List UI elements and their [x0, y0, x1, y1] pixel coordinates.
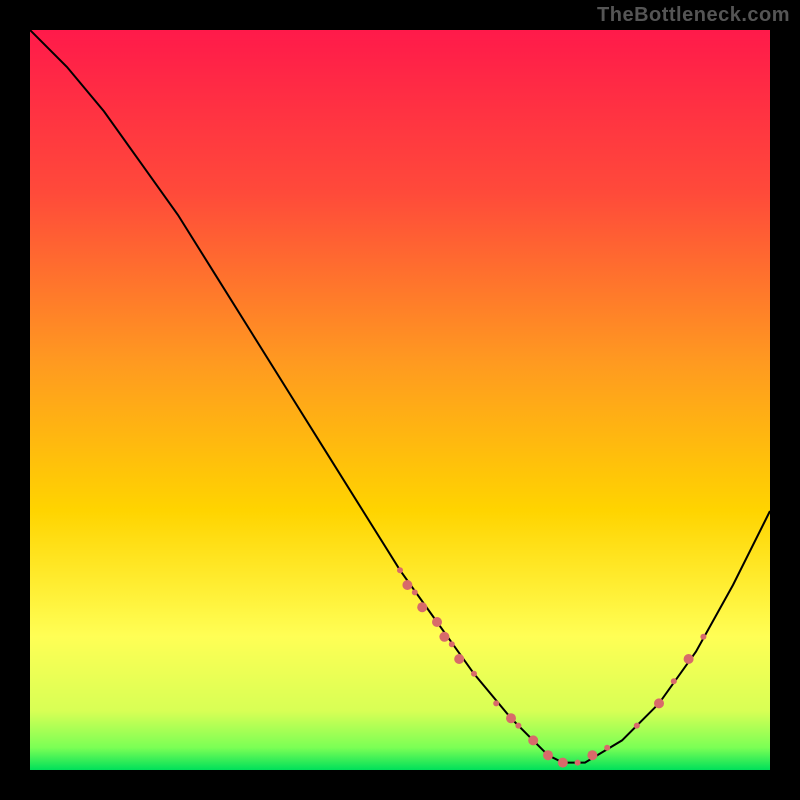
- scatter-dot: [671, 678, 677, 684]
- scatter-dot: [515, 723, 521, 729]
- scatter-dot: [397, 567, 403, 573]
- scatter-dot: [439, 632, 449, 642]
- chart-frame: TheBottleneck.com: [0, 0, 800, 800]
- scatter-dot: [493, 700, 499, 706]
- scatter-dot: [506, 713, 516, 723]
- scatter-dot: [700, 634, 706, 640]
- scatter-dot: [449, 641, 455, 647]
- scatter-dot: [684, 654, 694, 664]
- watermark-text: TheBottleneck.com: [597, 4, 790, 27]
- scatter-dot: [471, 671, 477, 677]
- scatter-dot: [417, 602, 427, 612]
- scatter-dot: [454, 654, 464, 664]
- scatter-dot: [654, 698, 664, 708]
- scatter-dot: [402, 580, 412, 590]
- scatter-dot: [587, 750, 597, 760]
- scatter-dot: [558, 758, 568, 768]
- scatter-dot: [634, 723, 640, 729]
- scatter-dot: [412, 589, 418, 595]
- plot-area: [30, 30, 770, 770]
- scatter-dot: [528, 735, 538, 745]
- scatter-dot: [575, 760, 581, 766]
- gradient-background: [30, 30, 770, 770]
- scatter-dot: [432, 617, 442, 627]
- scatter-dot: [543, 750, 553, 760]
- scatter-dot: [604, 745, 610, 751]
- chart-svg: [30, 30, 770, 770]
